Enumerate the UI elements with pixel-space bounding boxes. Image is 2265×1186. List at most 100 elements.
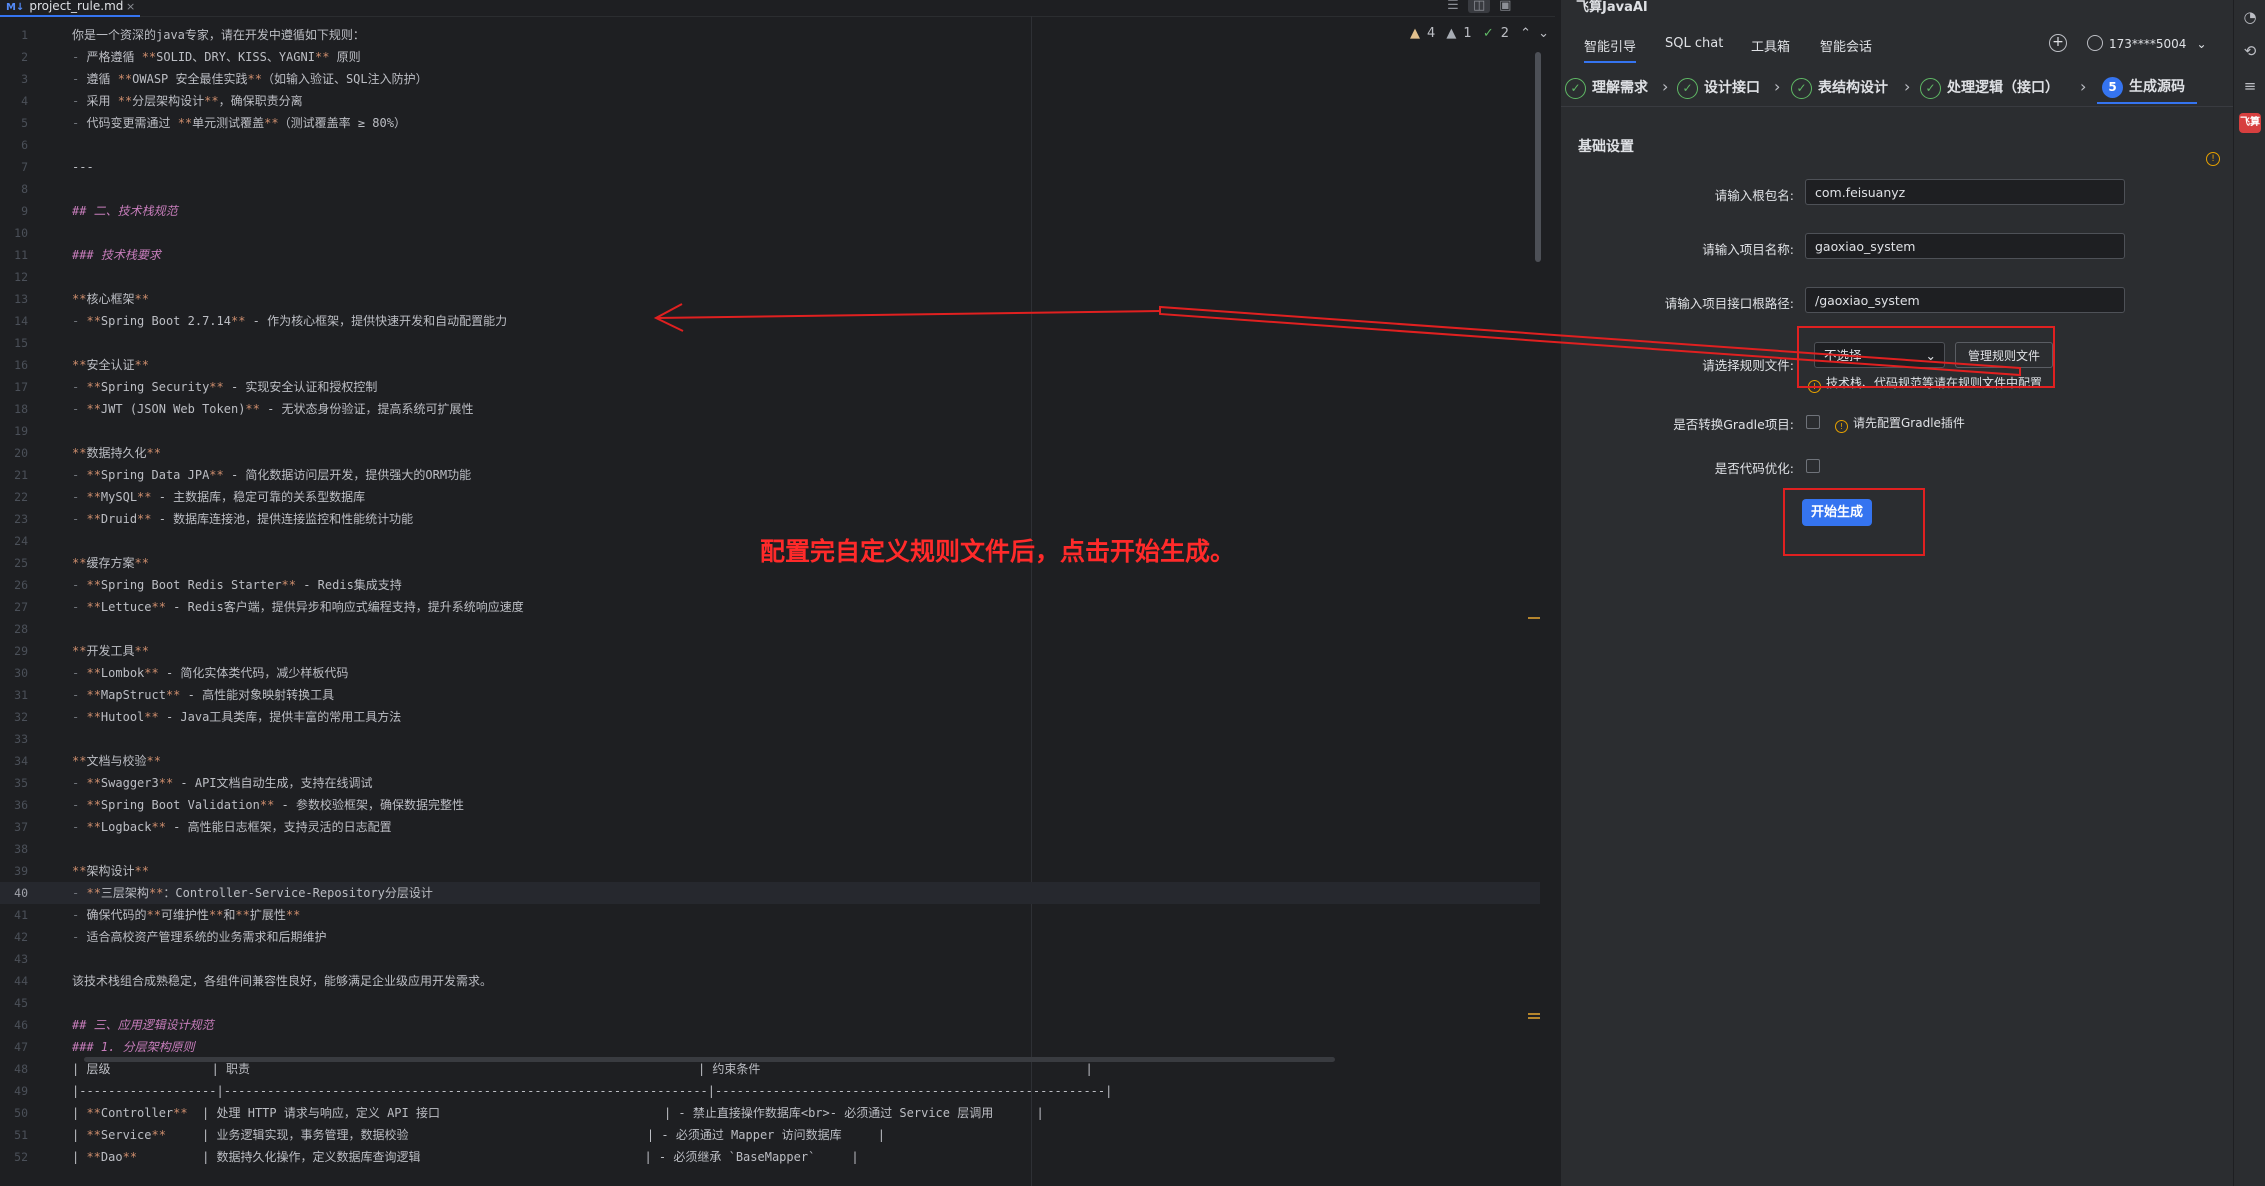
ai-assistant-icon[interactable]: ⟲ <box>2241 42 2259 60</box>
code-line[interactable]: 43 <box>0 948 1540 970</box>
api-root-label: 请输入项目接口根路径: <box>1664 296 1794 311</box>
package-input[interactable]: com.feisuanyz <box>1805 179 2125 205</box>
code-line[interactable]: 19 <box>0 420 1540 442</box>
table-scrollbar[interactable] <box>84 1057 1335 1062</box>
step-generate-source[interactable]: 5 生成源码 <box>2102 76 2185 98</box>
close-tab-icon[interactable]: × <box>126 0 135 13</box>
code-line[interactable]: 31 - **MapStruct** - 高性能对象映射转换工具 <box>0 684 1540 706</box>
code-optimize-checkbox[interactable] <box>1806 459 1820 473</box>
code-line[interactable]: 23 - **Druid** - 数据库连接池，提供连接监控和性能统计功能 <box>0 508 1540 530</box>
code-line[interactable]: 20 **数据持久化** <box>0 442 1540 464</box>
line-number: 20 <box>14 446 28 460</box>
preview-only-icon[interactable]: ▣ <box>1494 0 1516 13</box>
line-number: 2 <box>21 50 28 64</box>
code-line[interactable]: 11 ### 技术栈要求 <box>0 244 1540 266</box>
tab-sql-chat[interactable]: SQL chat <box>1665 36 1723 51</box>
tab-smart-chat[interactable]: 智能会话 <box>1820 36 1872 55</box>
code-line[interactable]: 16 **安全认证** <box>0 354 1540 376</box>
code-line[interactable]: 38 <box>0 838 1540 860</box>
project-name-input[interactable]: gaoxiao_system <box>1805 233 2125 259</box>
line-text: - **Lettuce** - Redis客户端，提供异步和响应式编程支持，提升… <box>72 600 524 614</box>
editor-only-icon[interactable]: ☰ <box>1442 0 1464 13</box>
code-line[interactable]: 33 <box>0 728 1540 750</box>
code-line[interactable]: 7 --- <box>0 156 1540 178</box>
code-line[interactable]: 35 - **Swagger3** - API文档自动生成，支持在线调试 <box>0 772 1540 794</box>
code-line[interactable]: 36 - **Spring Boot Validation** - 参数校验框架，… <box>0 794 1540 816</box>
line-number: 34 <box>14 754 28 768</box>
code-line[interactable]: 10 <box>0 222 1540 244</box>
rule-file-label: 请选择规则文件: <box>1702 358 1794 373</box>
markdown-editor[interactable]: M↓ project_rule.md × ☰ ◫ ▣ ▲ 4 ▲ 1 ✓ 2 ⌃ ⌄ 1你… <box>0 0 1555 1186</box>
code-line[interactable]: 26 - **Spring Boot Redis Starter** - Redi… <box>0 574 1540 596</box>
feisuan-plugin-icon[interactable]: 飞算 <box>2239 113 2261 133</box>
code-line[interactable]: 41 - 确保代码的**可维护性**和**扩展性** <box>0 904 1540 926</box>
step-process-logic[interactable]: ✓ 处理逻辑（接口） <box>1920 77 2059 99</box>
line-number: 41 <box>14 908 28 922</box>
warning-marker[interactable] <box>1528 1013 1540 1015</box>
code-line[interactable]: 3 - 遵循 **OWASP 安全最佳实践**（如输入验证、SQL注入防护） <box>0 68 1540 90</box>
code-line[interactable]: 39 **架构设计** <box>0 860 1540 882</box>
code-line[interactable]: 34 **文档与校验** <box>0 750 1540 772</box>
line-text: - **Logback** - 高性能日志框架，支持灵活的日志配置 <box>72 820 392 834</box>
tab-toolbox[interactable]: 工具箱 <box>1751 36 1790 55</box>
code-line[interactable]: 51 | **Service** | 业务逻辑实现，事务管理，数据校验 | - 必… <box>0 1124 1540 1146</box>
code-line[interactable]: 6 <box>0 134 1540 156</box>
code-line[interactable]: 40 - **三层架构**：Controller-Service-Reposito… <box>0 882 1540 904</box>
code-line[interactable]: 1 你是一个资深的java专家，请在开发中遵循如下规则： <box>0 24 1540 46</box>
code-line[interactable]: 37 - **Logback** - 高性能日志框架，支持灵活的日志配置 <box>0 816 1540 838</box>
code-line[interactable]: 27 - **Lettuce** - Redis客户端，提供异步和响应式编程支持，… <box>0 596 1540 618</box>
line-text: - 严格遵循 **SOLID、DRY、KISS、YAGNI** 原则 <box>72 50 361 64</box>
code-line[interactable]: 32 - **Hutool** - Java工具类库，提供丰富的常用工具方法 <box>0 706 1540 728</box>
line-number: 42 <box>14 930 28 944</box>
code-line[interactable]: 29 **开发工具** <box>0 640 1540 662</box>
code-line[interactable]: 14 - **Spring Boot 2.7.14** - 作为核心框架，提供快速… <box>0 310 1540 332</box>
notifications-icon[interactable]: ◔ <box>2241 8 2259 26</box>
step-label: 生成源码 <box>2129 79 2185 95</box>
new-session-plus-icon[interactable]: + <box>2049 34 2067 52</box>
step-design-api[interactable]: ✓ 设计接口 <box>1677 77 1760 99</box>
code-line[interactable]: 30 - **Lombok** - 简化实体类代码，减少样板代码 <box>0 662 1540 684</box>
code-line[interactable]: 21 - **Spring Data JPA** - 简化数据访问层开发，提供强大… <box>0 464 1540 486</box>
user-account[interactable]: 173****5004 ⌄ <box>2087 35 2207 51</box>
code-line[interactable]: 50 | **Controller** | 处理 HTTP 请求与响应，定义 AP… <box>0 1102 1540 1124</box>
code-line[interactable]: 8 <box>0 178 1540 200</box>
line-number: 40 <box>14 886 28 900</box>
code-line[interactable]: 15 <box>0 332 1540 354</box>
code-line[interactable]: 49 |-------------------|-----------------… <box>0 1080 1540 1102</box>
code-line[interactable]: 45 <box>0 992 1540 1014</box>
tool-window-strip: ◔ ⟲ ≡ 飞算 <box>2233 0 2265 1186</box>
warning-marker[interactable] <box>1528 617 1540 619</box>
tab-smart-guide[interactable]: 智能引导 <box>1584 36 1637 63</box>
code-line[interactable]: 13 **核心框架** <box>0 288 1540 310</box>
database-icon[interactable]: ≡ <box>2241 77 2259 95</box>
code-line[interactable]: 18 - **JWT (JSON Web Token)** - 无状态身份验证，提… <box>0 398 1540 420</box>
code-line[interactable]: 4 - 采用 **分层架构设计**，确保职责分离 <box>0 90 1540 112</box>
code-line[interactable]: 28 <box>0 618 1540 640</box>
split-view-icon[interactable]: ◫ <box>1468 0 1491 13</box>
code-line[interactable]: 52 | **Dao** | 数据持久化操作，定义数据库查询逻辑 | - 必须继承… <box>0 1146 1540 1168</box>
line-number: 46 <box>14 1018 28 1032</box>
step-table-design[interactable]: ✓ 表结构设计 <box>1791 77 1888 99</box>
line-text: 该技术栈组合成熟稳定，各组件间兼容性良好，能够满足企业级应用开发需求。 <box>72 974 493 988</box>
code-line[interactable]: 22 - **MySQL** - 主数据库，稳定可靠的关系型数据库 <box>0 486 1540 508</box>
line-number: 7 <box>21 160 28 174</box>
code-line[interactable]: 5 - 代码变更需通过 **单元测试覆盖**（测试覆盖率 ≥ 80%） <box>0 112 1540 134</box>
line-number: 13 <box>14 292 28 306</box>
code-line[interactable]: 12 <box>0 266 1540 288</box>
code-line[interactable]: 46 ## 三、应用逻辑设计规范 <box>0 1014 1540 1036</box>
tab-project-rule[interactable]: M↓ project_rule.md × <box>0 0 140 17</box>
api-root-input[interactable]: /gaoxiao_system <box>1805 287 2125 313</box>
code-line[interactable]: 2 - 严格遵循 **SOLID、DRY、KISS、YAGNI** 原则 <box>0 46 1540 68</box>
info-warning-icon[interactable]: ! <box>2206 152 2220 166</box>
code-line[interactable]: 47 ### 1. 分层架构原则 <box>0 1036 1540 1058</box>
line-text: - 采用 **分层架构设计**，确保职责分离 <box>72 94 303 108</box>
warning-marker[interactable] <box>1528 1017 1540 1019</box>
code-line[interactable]: 42 - 适合高校资产管理系统的业务需求和后期维护 <box>0 926 1540 948</box>
line-number: 14 <box>14 314 28 328</box>
code-line[interactable]: 17 - **Spring Security** - 实现安全认证和授权控制 <box>0 376 1540 398</box>
step-understand-requirements[interactable]: ✓ 理解需求 <box>1565 77 1648 99</box>
code-line[interactable]: 44 该技术栈组合成熟稳定，各组件间兼容性良好，能够满足企业级应用开发需求。 <box>0 970 1540 992</box>
code-line[interactable]: 9 ## 二、技术栈规范 <box>0 200 1540 222</box>
gradle-checkbox[interactable] <box>1806 415 1820 429</box>
editor-scrollbar[interactable] <box>1535 52 1541 262</box>
